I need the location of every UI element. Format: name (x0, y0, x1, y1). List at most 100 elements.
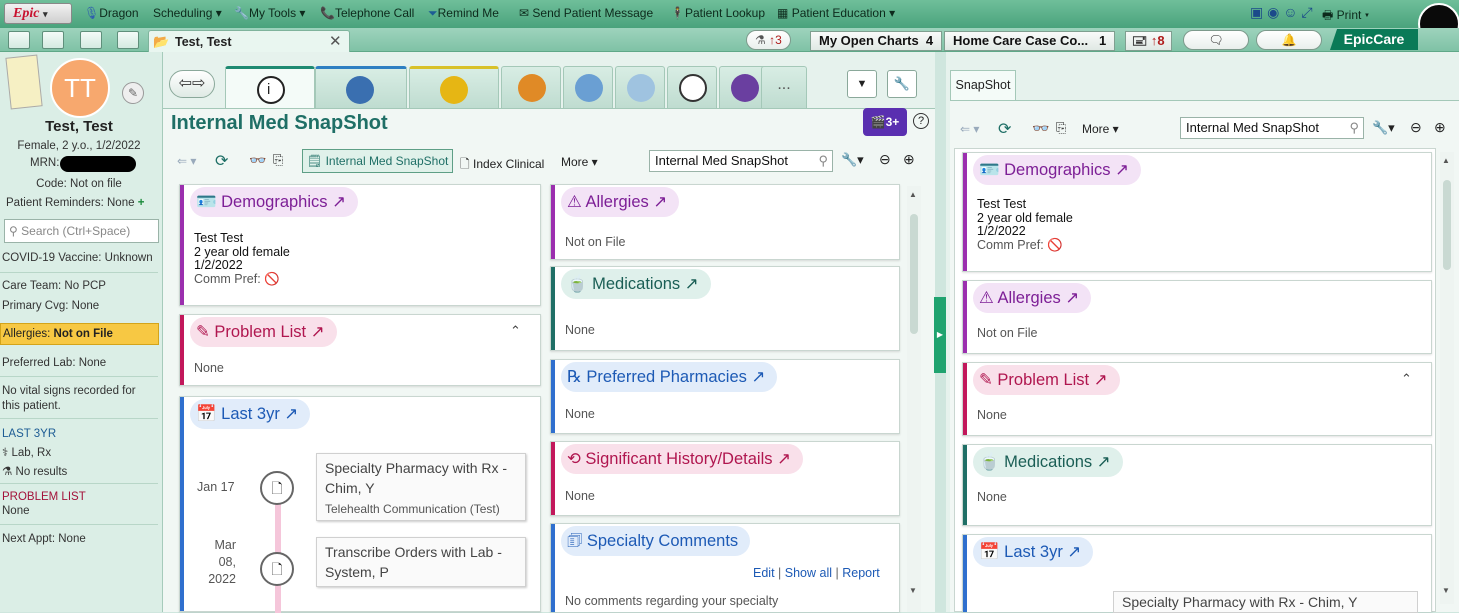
activity-dropdown-button[interactable]: ▼ (847, 70, 877, 98)
back-arrow-icon[interactable]: ⇐ ▾ (177, 154, 196, 168)
patient-education-menu[interactable]: ▦ Patient Education ▾ (777, 6, 895, 20)
remind-me-button[interactable]: ⏷Remind Me (428, 6, 499, 21)
report-link[interactable]: Report (842, 566, 880, 580)
back-forward-button[interactable]: ⇦⇨ (169, 70, 215, 98)
demographics-header[interactable]: 🪪 Demographics ↗ (190, 187, 358, 217)
right-demographics-card: 🪪 Demographics ↗ Test Test 2 year old fe… (962, 152, 1432, 272)
pharmacies-header[interactable]: ℞ Preferred Pharmacies ↗ (561, 362, 778, 392)
more-button[interactable]: More ▾ (561, 155, 598, 169)
right-problem-list-value: None (977, 408, 1007, 422)
tab-chart-review[interactable] (315, 66, 407, 108)
right-allergies-header[interactable]: ⚠ Allergies ↗ (973, 283, 1092, 313)
care-team[interactable]: Care Team: No PCP (2, 280, 106, 292)
binoculars-icon[interactable]: 👓 (249, 152, 266, 169)
show-all-link[interactable]: Show all (785, 566, 832, 580)
close-tab-icon[interactable]: ✕ (329, 32, 342, 50)
right-problem-list-header[interactable]: ✎ Problem List ↗ (973, 365, 1120, 395)
telephone-call-button[interactable]: 📞Telephone Call (320, 6, 414, 20)
specialty-comments-header[interactable]: 🗊 Specialty Comments (561, 526, 751, 556)
wrench-icon[interactable]: 🔧 (887, 70, 917, 98)
zoom-out-icon[interactable]: ⊖ (879, 151, 891, 168)
index-clinical-button[interactable]: 🗋 Index Clinical (460, 155, 544, 176)
badge-button[interactable]: 🎬3+ (863, 108, 907, 136)
inbox-icon[interactable] (42, 31, 64, 49)
back-arrow-icon[interactable]: ⇐ ▾ (960, 122, 979, 136)
toolbar-icons-right[interactable]: ▣ ◉ ☺ ⤢ (1250, 4, 1313, 21)
preferred-lab[interactable]: Preferred Lab: None (2, 357, 106, 369)
more-activities-button[interactable]: ... (761, 66, 807, 108)
messages-button[interactable]: 🗨 (1183, 30, 1249, 50)
medications-header[interactable]: 🍵 Medications ↗ (561, 269, 711, 299)
send-patient-message-button[interactable]: ✉ Send Patient Message (519, 6, 653, 20)
last3yr-header[interactable]: 📅 Last 3yr ↗ (190, 399, 311, 429)
sidebar-search-input[interactable]: ⚲ Search (Ctrl+Space) (4, 219, 159, 243)
tab-media[interactable] (615, 66, 665, 108)
right-demographics-header[interactable]: 🪪 Demographics ↗ (973, 155, 1141, 185)
copy-icon[interactable]: ⎘ (273, 152, 283, 168)
patient-tab-label: Test, Test (175, 35, 232, 49)
tab-notes[interactable] (667, 66, 717, 108)
print-button[interactable]: 🖶 Print ▾ (1322, 6, 1369, 27)
refresh-icon[interactable]: ⟳ (998, 119, 1011, 139)
notifications-bell-button[interactable]: 🔔 (1256, 30, 1322, 50)
my-open-charts-tab[interactable]: My Open Charts 4 (810, 31, 943, 51)
panel-splitter-handle[interactable]: ▶ (934, 297, 946, 373)
problem-list-heading[interactable]: PROBLEM LIST (2, 491, 86, 503)
home-care-case-tab[interactable]: Home Care Case Co... 1 (944, 31, 1116, 51)
patient-name: Test, Test (45, 118, 113, 135)
history-header[interactable]: ⟲ Significant History/Details ↗ (561, 444, 803, 474)
lab-alert-button[interactable]: ⚗ ↑3 (746, 30, 791, 50)
zoom-out-icon[interactable]: ⊖ (1410, 119, 1422, 136)
report-internal-med-button[interactable]: 🗒 Internal Med SnapShot (302, 149, 454, 173)
more-button[interactable]: More ▾ (1082, 122, 1119, 136)
photo-edit-icon[interactable]: ✎ (122, 82, 144, 104)
collapse-icon[interactable]: ⌃ (510, 323, 521, 339)
wrench-menu-icon[interactable]: 🔧▾ (1372, 120, 1395, 136)
patient-lookup-button[interactable]: 🕴Patient Lookup (670, 6, 765, 20)
timeline-entry[interactable]: Specialty Pharmacy with Rx - Chim, Y (1113, 591, 1418, 613)
last3yr-results: ⚗ No results (2, 466, 68, 478)
report-search-input[interactable]: Internal Med SnapShot ⚲ (649, 150, 833, 172)
binoculars-icon[interactable]: 👓 (1032, 120, 1049, 137)
problem-list-card: ✎ Problem List ↗ ⌃ None (179, 314, 541, 386)
dragon-menu[interactable]: 🎙Dragon (84, 6, 139, 20)
right-medications-header[interactable]: 🍵 Medications ↗ (973, 447, 1123, 477)
calendar-icon[interactable] (117, 31, 139, 49)
right-scrollbar[interactable]: ▲ ▼ (1440, 152, 1454, 604)
next-appointment: Next Appt: None (2, 533, 86, 545)
primary-coverage[interactable]: Primary Cvg: None (2, 300, 99, 312)
my-tools-menu[interactable]: 🔧My Tools ▾ (234, 6, 305, 20)
right-last3yr-card: 📅 Last 3yr ↗ Specialty Pharmacy with Rx … (962, 534, 1432, 613)
inbox-alert-button[interactable]: 🖃 ↑8 (1125, 31, 1172, 51)
timeline-entry[interactable]: Transcribe Orders with Lab - System, P (316, 537, 526, 587)
tab-results[interactable] (563, 66, 613, 108)
problem-list-header[interactable]: ✎ Problem List ↗ (190, 317, 337, 347)
tab-snapshot-right[interactable]: SnapShot (950, 70, 1016, 100)
right-search-input[interactable]: Internal Med SnapShot ⚲ (1180, 117, 1364, 139)
patient-reminders[interactable]: Patient Reminders: None + (6, 197, 144, 209)
right-last3yr-header[interactable]: 📅 Last 3yr ↗ (973, 537, 1094, 567)
tab-medications[interactable] (409, 66, 499, 108)
timeline-entry[interactable]: Specialty Pharmacy with Rx - Chim, Y Tel… (316, 453, 526, 521)
tab-snapshot[interactable]: i (225, 66, 315, 110)
collapse-icon[interactable]: ⌃ (1401, 371, 1412, 387)
tab-billing[interactable] (501, 66, 561, 108)
edit-link[interactable]: Edit (753, 566, 775, 580)
refresh-icon[interactable]: ⟳ (215, 151, 228, 171)
chat-icon[interactable] (80, 31, 102, 49)
scheduling-menu[interactable]: Scheduling ▾ (153, 6, 222, 20)
home-icon[interactable] (8, 31, 30, 49)
epic-menu-button[interactable]: Epic ▾ (4, 3, 72, 24)
last3yr-heading[interactable]: LAST 3YR (2, 428, 56, 440)
sticky-note-icon[interactable] (5, 54, 43, 110)
allergies-header[interactable]: ⚠ Allergies ↗ (561, 187, 680, 217)
patient-tab[interactable]: 📂 Test, Test ✕ (148, 30, 350, 52)
page-title: Internal Med SnapShot (171, 112, 388, 134)
zoom-in-icon[interactable]: ⊕ (903, 151, 915, 168)
center-scrollbar[interactable]: ▲ ▼ (907, 186, 921, 612)
zoom-in-icon[interactable]: ⊕ (1434, 119, 1446, 136)
wrench-menu-icon[interactable]: 🔧▾ (841, 152, 864, 168)
help-icon[interactable]: ? (913, 113, 929, 129)
copy-icon[interactable]: ⎘ (1056, 120, 1066, 136)
allergies-banner[interactable]: Allergies: Not on File (0, 323, 159, 345)
